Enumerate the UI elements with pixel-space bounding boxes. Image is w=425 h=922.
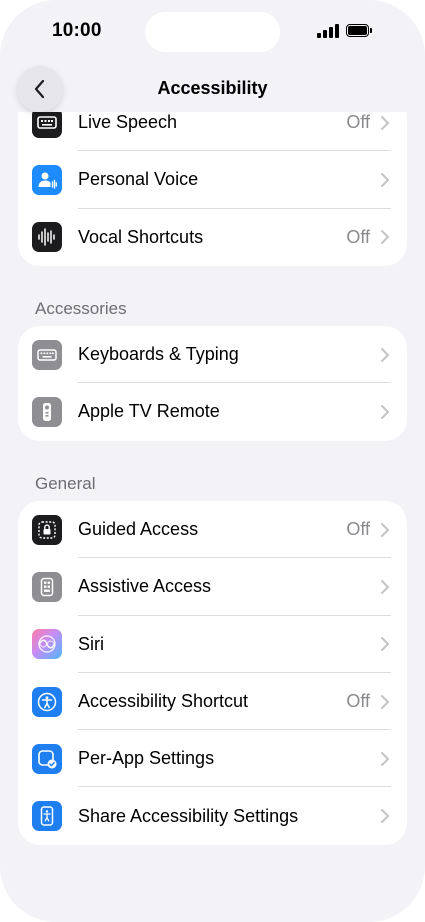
chevron-right-icon (381, 637, 389, 652)
chevron-right-icon (381, 579, 389, 594)
chevron-right-icon (381, 172, 389, 187)
row-label: Accessibility Shortcut (78, 691, 249, 712)
row-value: Off (346, 226, 370, 247)
cellular-signal-icon (317, 24, 339, 38)
row-keyboards-typing[interactable]: Keyboards & Typing (18, 326, 407, 384)
navigation-bar: Accessibility (0, 62, 425, 112)
row-label: Siri (78, 633, 104, 654)
group-general: Guided Access Off Assistive Access Siri (18, 501, 407, 845)
battery-icon (346, 24, 372, 38)
keyboard-icon (32, 339, 62, 370)
chevron-right-icon (381, 809, 389, 824)
row-label: Personal Voice (78, 169, 199, 190)
row-accessibility-shortcut[interactable]: Accessibility Shortcut Off (18, 673, 407, 731)
page-title: Accessibility (157, 78, 268, 98)
phone-screen: Live Speech Off Personal Voice Vocal Sho… (0, 0, 425, 922)
chevron-right-icon (381, 115, 389, 130)
waveform-icon (32, 222, 62, 253)
section-header-accessories: Accessories (35, 299, 127, 318)
row-label: Apple TV Remote (78, 401, 220, 422)
row-label: Guided Access (78, 519, 199, 540)
chevron-right-icon (381, 404, 389, 419)
chevron-right-icon (381, 347, 389, 362)
dynamic-island (145, 12, 280, 52)
row-label: Live Speech (78, 112, 178, 133)
keyboard-speech-icon (32, 107, 62, 138)
assistive-access-icon (32, 571, 62, 602)
row-label: Per-App Settings (78, 748, 215, 769)
chevron-right-icon (381, 751, 389, 766)
chevron-right-icon (381, 230, 389, 245)
row-label: Share Accessibility Settings (78, 805, 299, 826)
row-value: Off (346, 519, 370, 540)
share-settings-icon (32, 801, 62, 832)
chevron-right-icon (381, 694, 389, 709)
row-per-app-settings[interactable]: Per-App Settings (18, 730, 407, 788)
siri-icon (32, 629, 62, 660)
status-bar: 10:00 (0, 0, 425, 60)
section-header-general: General (35, 474, 96, 493)
row-apple-tv-remote[interactable]: Apple TV Remote (18, 383, 407, 440)
remote-icon (32, 396, 62, 427)
personal-voice-icon (32, 164, 62, 195)
row-label: Keyboards & Typing (78, 344, 239, 365)
row-value: Off (346, 691, 370, 712)
lock-icon (32, 514, 62, 545)
row-label: Vocal Shortcuts (78, 226, 204, 247)
accessibility-icon (32, 686, 62, 717)
row-label: Assistive Access (78, 576, 212, 597)
per-app-icon (32, 743, 62, 774)
status-time: 10:00 (52, 20, 102, 41)
row-assistive-access[interactable]: Assistive Access (18, 558, 407, 616)
group-speech: Live Speech Off Personal Voice Vocal Sho… (18, 94, 407, 266)
settings-scroll-area[interactable]: Live Speech Off Personal Voice Vocal Sho… (0, 0, 425, 922)
row-siri[interactable]: Siri (18, 616, 407, 673)
group-accessories: Keyboards & Typing Apple TV Remote (18, 326, 407, 441)
row-guided-access[interactable]: Guided Access Off (18, 501, 407, 559)
row-share-accessibility-settings[interactable]: Share Accessibility Settings (18, 787, 407, 844)
row-value: Off (346, 112, 370, 133)
row-personal-voice[interactable]: Personal Voice (18, 151, 407, 209)
chevron-right-icon (381, 522, 389, 537)
row-vocal-shortcuts[interactable]: Vocal Shortcuts Off (18, 209, 407, 266)
